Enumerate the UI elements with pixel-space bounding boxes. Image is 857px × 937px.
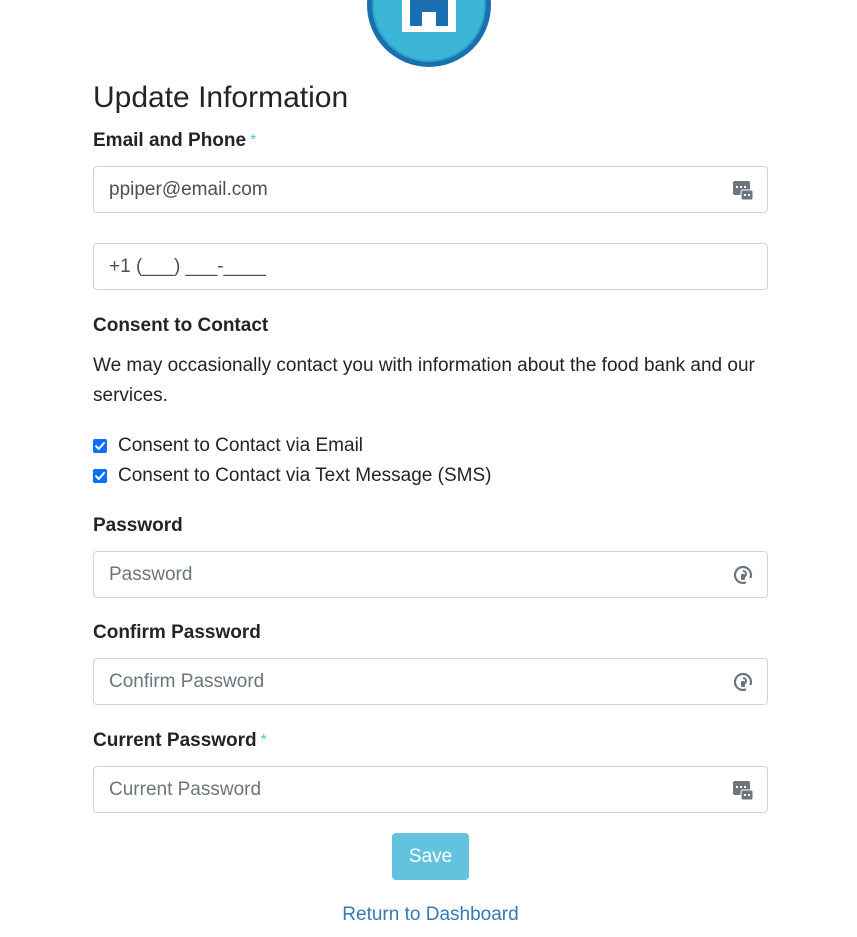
consent-description: We may occasionally contact you with inf…	[93, 355, 755, 406]
phone-field[interactable]	[94, 244, 767, 289]
consent-sms-label[interactable]: Consent to Contact via Text Message (SMS…	[118, 464, 491, 488]
email-field-wrapper	[93, 166, 768, 213]
update-information-page: Update Information Email and Phone* Cons…	[0, 0, 857, 937]
email-phone-label-text: Email and Phone	[93, 130, 247, 151]
return-to-dashboard-link[interactable]: Return to Dashboard	[93, 902, 768, 928]
current-password-field[interactable]	[94, 767, 767, 812]
checkmark-icon	[95, 442, 105, 450]
confirm-password-field-wrapper	[93, 658, 768, 705]
current-password-label-text: Current Password	[93, 730, 257, 751]
confirm-password-label: Confirm Password	[93, 622, 261, 643]
consent-sms-checkbox[interactable]	[93, 469, 107, 483]
save-button[interactable]: Save	[392, 833, 469, 880]
required-mark: *	[250, 132, 257, 149]
required-mark: *	[260, 732, 267, 749]
consent-email-checkbox[interactable]	[93, 439, 107, 453]
autofill-keypad-icon[interactable]	[732, 179, 754, 201]
consent-sms-row[interactable]: Consent to Contact via Text Message (SMS…	[93, 464, 491, 488]
email-field[interactable]	[94, 167, 767, 212]
password-field[interactable]	[94, 552, 767, 597]
email-phone-label: Email and Phone *	[93, 129, 256, 153]
logo-icon	[367, 0, 491, 67]
current-password-field-wrapper	[93, 766, 768, 813]
phone-field-wrapper	[93, 243, 768, 290]
password-key-icon[interactable]	[732, 671, 754, 693]
page-title: Update Information	[93, 81, 349, 114]
password-label: Password	[93, 515, 183, 536]
consent-email-label[interactable]: Consent to Contact via Email	[118, 434, 363, 458]
checkmark-icon	[95, 472, 105, 480]
current-password-label: Current Password *	[93, 729, 267, 753]
consent-email-row[interactable]: Consent to Contact via Email	[93, 434, 363, 458]
password-key-icon[interactable]	[732, 564, 754, 586]
autofill-keypad-icon[interactable]	[732, 779, 754, 801]
confirm-password-field[interactable]	[94, 659, 767, 704]
consent-heading: Consent to Contact	[93, 315, 269, 336]
password-field-wrapper	[93, 551, 768, 598]
